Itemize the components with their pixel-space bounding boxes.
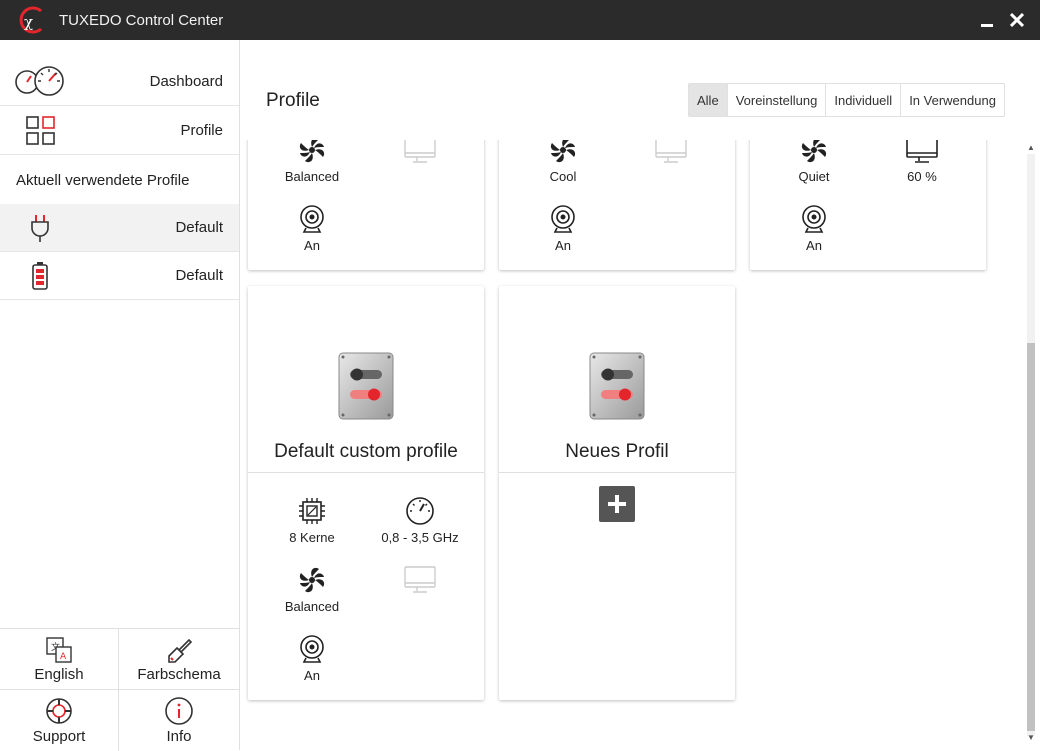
profile-filter: Alle Voreinstellung Individuell In Verwe… [688, 83, 1005, 117]
scroll-down-arrow[interactable]: ▼ [1027, 734, 1035, 742]
freq-stat: 0,8 - 3,5 GHz [365, 496, 475, 545]
display-stat: 60 % [867, 140, 977, 184]
webcam-icon [551, 205, 575, 233]
active-profile-label: Default [175, 267, 223, 284]
card-divider [248, 472, 484, 473]
fan-label: Balanced [284, 599, 340, 614]
webcam-icon [802, 205, 826, 233]
theme-label: Farbschema [137, 666, 221, 683]
title-bar: χ TUXEDO Control Center [0, 0, 1040, 40]
active-profiles-header: Aktuell verwendete Profile [16, 171, 190, 189]
profile-card[interactable]: Balanced An [248, 140, 484, 270]
profile-card[interactable]: Cool An [499, 140, 735, 270]
info-icon [165, 697, 193, 725]
display-stat [365, 565, 475, 595]
tuxedo-logo-icon: χ [15, 5, 45, 35]
filter-preset[interactable]: Voreinstellung [728, 84, 827, 116]
profile-list: Balanced An Cool An Quiet 60 % An Defaul… [240, 140, 1022, 750]
profile-switch-icon [338, 352, 394, 420]
translate-icon: 文 A [46, 637, 72, 663]
sidebar-item-label: Dashboard [149, 73, 223, 90]
fan-stat: Quiet [759, 140, 869, 184]
active-profile-label: Default [175, 219, 223, 236]
fan-label: Quiet [798, 169, 830, 184]
sidebar: Dashboard Profile Aktuell verwendete Pro… [0, 40, 240, 751]
custom-profile-card[interactable]: Default custom profile 8 Kerne 0,8 - 3,5… [248, 286, 484, 700]
battery-icon [30, 260, 50, 292]
language-button[interactable]: 文 A English [0, 629, 119, 690]
webcam-label: An [304, 668, 320, 683]
new-profile-card[interactable]: Neues Profil [499, 286, 735, 700]
filter-custom[interactable]: Individuell [826, 84, 902, 116]
theme-button[interactable]: Farbschema [119, 629, 239, 690]
add-profile-button[interactable] [599, 486, 635, 522]
speedometer-icon [406, 497, 434, 525]
webcam-stat: An [508, 204, 618, 253]
webcam-icon [300, 635, 324, 663]
scrollbar-thumb[interactable] [1027, 343, 1035, 731]
svg-text:χ: χ [24, 13, 33, 31]
fan-stat: Balanced [257, 565, 367, 614]
card-divider [499, 472, 735, 473]
active-profile-battery[interactable]: Default [0, 252, 239, 300]
profile-name: Default custom profile [274, 441, 458, 462]
fan-label: Cool [549, 169, 577, 184]
info-label: Info [166, 728, 192, 745]
power-plug-icon [28, 212, 52, 244]
fan-icon [550, 140, 576, 163]
scroll-up-arrow[interactable]: ▲ [1027, 144, 1035, 152]
profile-switch-icon [589, 352, 645, 420]
fan-stat: Balanced [257, 140, 367, 184]
grid-icon [26, 116, 56, 146]
display-label: 60 % [907, 169, 937, 184]
support-label: Support [32, 728, 86, 745]
fan-stat: Cool [508, 140, 618, 184]
plus-icon [608, 495, 626, 513]
sidebar-item-profile[interactable]: Profile [0, 107, 239, 155]
window-title: TUXEDO Control Center [59, 11, 224, 29]
language-label: English [34, 666, 84, 683]
webcam-stat: An [759, 204, 869, 253]
webcam-icon [300, 205, 324, 233]
sidebar-bottom-grid: 文 A English Farbschema Support [0, 628, 239, 751]
monitor-icon [404, 140, 436, 163]
webcam-label: An [304, 238, 320, 253]
support-button[interactable]: Support [0, 690, 119, 751]
profile-card[interactable]: Quiet 60 % An [750, 140, 986, 270]
freq-label: 0,8 - 3,5 GHz [381, 530, 459, 545]
cpu-icon [299, 498, 325, 524]
webcam-stat: An [257, 634, 367, 683]
sidebar-item-dashboard[interactable]: Dashboard [0, 58, 239, 106]
page-title: Profile [266, 90, 320, 111]
new-profile-name: Neues Profil [565, 441, 669, 462]
paintbrush-icon [168, 638, 193, 663]
monitor-icon [404, 566, 436, 593]
monitor-icon [906, 140, 938, 163]
gauge-icon [14, 66, 66, 98]
active-profile-ac[interactable]: Default [0, 204, 239, 252]
fan-icon [299, 140, 325, 163]
lifebuoy-icon [46, 698, 72, 724]
display-stat [365, 140, 475, 165]
monitor-icon [655, 140, 687, 163]
webcam-stat: An [257, 204, 367, 253]
webcam-label: An [555, 238, 571, 253]
fan-icon [299, 567, 325, 593]
minimize-button[interactable] [975, 8, 999, 32]
sidebar-item-label: Profile [180, 122, 223, 139]
svg-text:A: A [60, 652, 67, 662]
display-stat [616, 140, 726, 165]
vertical-scrollbar[interactable]: ▲ ▼ [1022, 140, 1040, 750]
cpu-stat: 8 Kerne [257, 496, 367, 545]
info-button[interactable]: Info [119, 690, 239, 751]
filter-in-use[interactable]: In Verwendung [901, 84, 1004, 116]
close-button[interactable] [1005, 8, 1029, 32]
main-panel: Profile Alle Voreinstellung Individuell … [240, 40, 1040, 750]
fan-label: Balanced [284, 169, 340, 184]
webcam-label: An [806, 238, 822, 253]
cpu-label: 8 Kerne [289, 530, 335, 545]
fan-icon [801, 140, 827, 163]
filter-all[interactable]: Alle [689, 84, 728, 116]
